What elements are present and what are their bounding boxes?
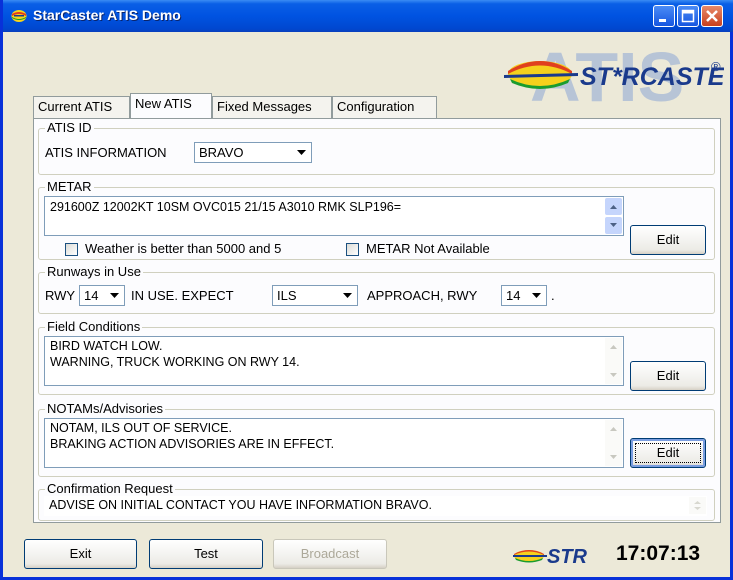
tab-configuration[interactable]: Configuration (332, 96, 437, 118)
close-icon (706, 10, 718, 22)
atis-starcaster-logo: ATIS ST*RCASTER ® (504, 41, 724, 103)
confirmation-group: Confirmation Request ADVISE ON INITIAL C… (38, 481, 715, 521)
maximize-button[interactable] (677, 5, 699, 27)
metar-not-available-checkbox[interactable] (346, 243, 359, 256)
atis-id-group-label: ATIS ID (45, 120, 94, 135)
runways-group: Runways in Use RWY 14 IN USE. EXPECT ILS… (38, 264, 715, 314)
weather-better-label: Weather is better than 5000 and 5 (85, 241, 282, 256)
field-conditions-scrollbar[interactable] (605, 338, 622, 384)
notams-edit-button[interactable]: Edit (630, 438, 706, 468)
field-conditions-edit-button[interactable]: Edit (630, 361, 706, 391)
field-conditions-text[interactable]: BIRD WATCH LOW. WARNING, TRUCK WORKING O… (44, 336, 624, 386)
focus-rect (635, 443, 701, 463)
chevron-down-icon (297, 150, 306, 155)
rwy-value: 14 (84, 288, 99, 303)
tab-new-atis[interactable]: New ATIS (130, 93, 212, 118)
tab-current-atis[interactable]: Current ATIS (33, 96, 130, 118)
notams-line: NOTAM, ILS OUT OF SERVICE. (50, 421, 232, 435)
chevron-down-icon (343, 293, 352, 298)
approach-period: . (551, 288, 555, 303)
title-bar[interactable]: StarCaster ATIS Demo (3, 0, 733, 32)
field-conditions-line: BIRD WATCH LOW. (50, 339, 163, 353)
atis-information-value: BRAVO (199, 145, 244, 160)
rwy-label: RWY (45, 288, 76, 303)
exit-button[interactable]: Exit (24, 539, 137, 569)
metar-text[interactable]: 291600Z 12002KT 10SM OVC015 21/15 A3010 … (44, 196, 624, 236)
field-conditions-group-label: Field Conditions (45, 319, 143, 334)
notams-line: BRAKING ACTION ADVISORIES ARE IN EFFECT. (50, 437, 335, 451)
clock: 17:07:13 (616, 542, 701, 565)
approach-type-value: ILS (277, 288, 297, 303)
field-conditions-group: Field Conditions BIRD WATCH LOW. WARNING… (38, 319, 715, 395)
rwy-select[interactable]: 14 (79, 285, 125, 306)
chevron-down-icon (110, 293, 119, 298)
minimize-icon (659, 19, 666, 22)
atis-id-group: ATIS ID ATIS INFORMATION BRAVO (38, 120, 715, 175)
metar-not-available-label: METAR Not Available (366, 241, 490, 256)
metar-group: METAR 291600Z 12002KT 10SM OVC015 21/15 … (38, 179, 715, 260)
metar-scrollbar[interactable] (605, 198, 622, 234)
approach-rwy-label: APPROACH, RWY (367, 288, 478, 303)
window-title: StarCaster ATIS Demo (33, 7, 181, 23)
confirmation-scrollbar[interactable] (689, 497, 706, 514)
runways-group-label: Runways in Use (45, 264, 143, 279)
metar-group-label: METAR (45, 179, 94, 194)
chevron-down-icon (532, 293, 541, 298)
metar-text-line: 291600Z 12002KT 10SM OVC015 21/15 A3010 … (50, 200, 402, 214)
str-globe-icon (513, 550, 547, 563)
notams-group-label: NOTAMs/Advisories (45, 401, 166, 416)
atis-information-select[interactable]: BRAVO (194, 142, 312, 163)
logo-registered: ® (711, 59, 721, 74)
logo-brand-text: ST*RCASTER (580, 63, 724, 91)
confirmation-group-label: Confirmation Request (45, 481, 175, 496)
in-use-expect-label: IN USE. EXPECT (131, 288, 234, 303)
broadcast-button: Broadcast (273, 539, 387, 569)
test-button[interactable]: Test (149, 539, 263, 569)
str-logo: STR (513, 546, 588, 568)
confirmation-text[interactable]: ADVISE ON INITIAL CONTACT YOU HAVE INFOR… (44, 496, 707, 516)
app-window: StarCaster ATIS Demo ATIS ST*RCASTER ® C… (0, 0, 733, 580)
minimize-button[interactable] (653, 5, 675, 27)
maximize-icon (681, 9, 695, 23)
field-conditions-line: WARNING, TRUCK WORKING ON RWY 14. (50, 355, 300, 369)
approach-rwy-value: 14 (506, 288, 521, 303)
approach-rwy-select[interactable]: 14 (501, 285, 547, 306)
metar-edit-button[interactable]: Edit (630, 225, 706, 255)
new-atis-panel: ATIS ID ATIS INFORMATION BRAVO METAR 291… (33, 118, 721, 523)
notams-group: NOTAMs/Advisories NOTAM, ILS OUT OF SERV… (38, 401, 715, 477)
str-text: STR (547, 546, 588, 568)
tab-fixed-messages[interactable]: Fixed Messages (212, 96, 332, 118)
notams-text[interactable]: NOTAM, ILS OUT OF SERVICE. BRAKING ACTIO… (44, 418, 624, 468)
starcaster-app-icon (11, 10, 27, 22)
weather-better-checkbox[interactable] (65, 243, 78, 256)
notams-scrollbar[interactable] (605, 420, 622, 466)
approach-type-select[interactable]: ILS (272, 285, 358, 306)
close-button[interactable] (701, 5, 723, 27)
confirmation-line: ADVISE ON INITIAL CONTACT YOU HAVE INFOR… (49, 498, 432, 512)
atis-information-label: ATIS INFORMATION (45, 145, 167, 160)
